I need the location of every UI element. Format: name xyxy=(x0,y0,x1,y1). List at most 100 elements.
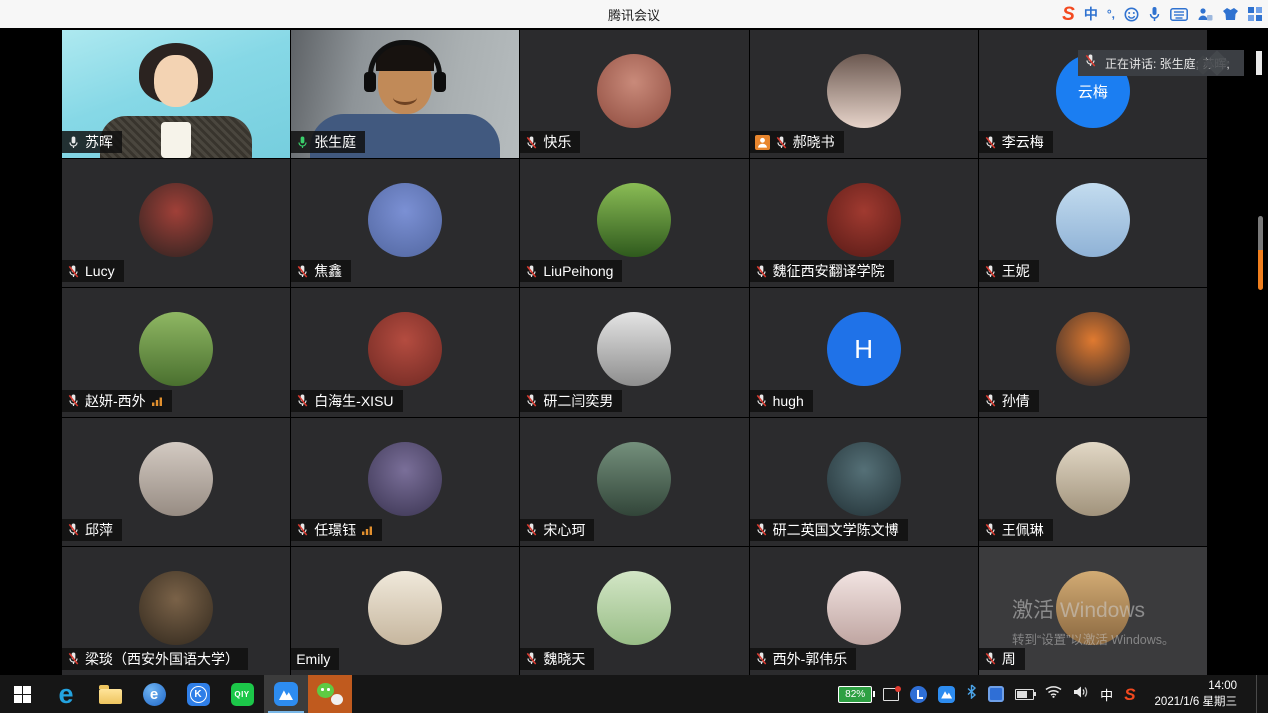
participant-name: 焦鑫 xyxy=(314,263,342,279)
avatar xyxy=(827,183,901,257)
participant-tile[interactable]: H hugh xyxy=(750,288,978,416)
graphics-tray-icon[interactable] xyxy=(988,686,1004,702)
avatar xyxy=(1056,313,1130,387)
participant-tile[interactable]: 王妮 xyxy=(979,159,1207,287)
clock-time: 14:00 xyxy=(1208,678,1237,694)
participant-name: Lucy xyxy=(85,263,115,279)
participant-name-label: 任璟钰 xyxy=(291,519,382,541)
avatar xyxy=(827,571,901,645)
battery-icon[interactable] xyxy=(1015,689,1034,700)
muted-mic-icon xyxy=(525,135,538,150)
participant-name: 苏晖 xyxy=(85,134,113,150)
participant-name-label: 西外-郭伟乐 xyxy=(750,648,857,670)
volume-icon[interactable] xyxy=(1073,685,1089,704)
skin-center-icon[interactable] xyxy=(1222,7,1239,21)
scrollbar-thumb[interactable] xyxy=(1258,216,1263,250)
muted-mic-icon xyxy=(67,393,80,408)
participant-tile[interactable]: 邱萍 xyxy=(62,418,290,546)
bluetooth-icon[interactable] xyxy=(966,684,977,704)
participant-tile[interactable]: 快乐 xyxy=(520,30,748,158)
avatar xyxy=(1056,183,1130,257)
participant-name-label: hugh xyxy=(750,390,813,412)
participant-tile[interactable]: 研二英国文学陈文博 xyxy=(750,418,978,546)
window-titlebar[interactable]: 腾讯会议 S 中 °, xyxy=(0,0,1268,29)
taskbar-k-app-button[interactable]: K xyxy=(176,675,220,713)
participant-tile[interactable]: 焦鑫 xyxy=(291,159,519,287)
taskbar-tencent-meeting-button[interactable] xyxy=(264,675,308,713)
participant-tile[interactable]: Lucy xyxy=(62,159,290,287)
participant-name: 研二英国文学陈文博 xyxy=(773,522,899,538)
network-quality-icon xyxy=(361,524,373,536)
participant-tile[interactable]: 研二闫奕男 xyxy=(520,288,748,416)
sogou-tray-icon[interactable]: S xyxy=(1124,686,1135,703)
participant-tile[interactable]: 白海生-XISU xyxy=(291,288,519,416)
avatar xyxy=(368,313,442,387)
participant-tile[interactable]: 郝晓书 xyxy=(750,30,978,158)
participant-tile[interactable]: 任璟钰 xyxy=(291,418,519,546)
start-button[interactable] xyxy=(0,675,44,713)
punctuation-mode-icon[interactable]: °, xyxy=(1107,8,1115,20)
participant-tile[interactable]: 苏晖 xyxy=(62,30,290,158)
taskbar: e e K QIY 82% 中 xyxy=(0,675,1268,713)
chinese-mode-icon[interactable]: 中 xyxy=(1084,7,1098,21)
window-edge-highlight xyxy=(1256,51,1262,75)
participant-name-label: 王妮 xyxy=(979,260,1039,282)
participant-tile[interactable]: 张生庭 xyxy=(291,30,519,158)
participant-tile[interactable]: 梁琰（西安外国语大学） xyxy=(62,547,290,675)
clipboard-tool-icon[interactable] xyxy=(1197,7,1213,22)
battery-percent-indicator[interactable]: 82% xyxy=(838,686,872,703)
participant-name-label: 李云梅 xyxy=(979,131,1053,153)
muted-mic-icon xyxy=(755,651,768,666)
taskbar-browser-button[interactable]: e xyxy=(132,675,176,713)
participant-name-label: 白海生-XISU xyxy=(291,390,402,412)
participant-tile[interactable]: 孙倩 xyxy=(979,288,1207,416)
participant-name-label: 苏晖 xyxy=(62,131,122,153)
sogou-ime-bar[interactable]: S 中 °, xyxy=(1062,0,1262,28)
scrollbar-thumb-active[interactable] xyxy=(1258,250,1263,290)
show-desktop-button[interactable] xyxy=(1256,675,1262,713)
participant-tile[interactable]: LiuPeihong xyxy=(520,159,748,287)
voice-input-icon[interactable] xyxy=(1148,6,1161,22)
blue-clock-tray-icon[interactable] xyxy=(910,686,927,703)
participant-name-label: LiuPeihong xyxy=(520,260,622,282)
participant-name-label: 邱萍 xyxy=(62,519,122,541)
participant-name-label: Lucy xyxy=(62,260,124,282)
taskbar-wechat-button[interactable] xyxy=(308,675,352,713)
participant-name: LiuPeihong xyxy=(543,263,613,279)
participant-tile[interactable]: 宋心珂 xyxy=(520,418,748,546)
soft-keyboard-icon[interactable] xyxy=(1170,8,1188,21)
taskbar-iqiyi-button[interactable]: QIY xyxy=(220,675,264,713)
participant-tile[interactable]: 西外-郭伟乐 xyxy=(750,547,978,675)
participant-tile[interactable]: Emily xyxy=(291,547,519,675)
avatar xyxy=(1056,442,1130,516)
taskbar-file-explorer-button[interactable] xyxy=(88,675,132,713)
wifi-icon[interactable] xyxy=(1045,685,1062,703)
speaking-indicator: 正在讲话: 张生庭; 苏晖; xyxy=(1078,50,1244,76)
tencent-meeting-icon xyxy=(274,682,298,706)
muted-mic-icon xyxy=(525,264,538,279)
participant-tile[interactable]: 赵妍-西外 xyxy=(62,288,290,416)
muted-mic-icon xyxy=(67,651,80,666)
sogou-logo-icon[interactable]: S xyxy=(1062,5,1075,24)
muted-mic-icon xyxy=(525,393,538,408)
tencent-meeting-tray-icon[interactable] xyxy=(938,686,955,703)
avatar xyxy=(597,571,671,645)
muted-mic-icon xyxy=(67,264,80,279)
avatar xyxy=(139,442,213,516)
mic-icon xyxy=(296,135,309,150)
emoji-picker-icon[interactable] xyxy=(1124,7,1139,22)
muted-mic-icon xyxy=(755,522,768,537)
toolbox-grid-icon[interactable] xyxy=(1248,7,1262,21)
edge-icon: e xyxy=(58,681,73,708)
participant-name-label: 魏征西安翻译学院 xyxy=(750,260,894,282)
participant-tile[interactable]: 王佩琳 xyxy=(979,418,1207,546)
grid-scrollbar[interactable] xyxy=(1258,216,1263,290)
taskbar-clock[interactable]: 14:00 2021/1/6 星期三 xyxy=(1147,678,1245,710)
participant-name-label: 周 xyxy=(979,648,1025,670)
input-mode-indicator[interactable]: 中 xyxy=(1100,685,1113,704)
participant-tile[interactable]: 魏征西安翻译学院 xyxy=(750,159,978,287)
taskbar-edge-button[interactable]: e xyxy=(44,675,88,713)
participant-tile[interactable]: 魏晓天 xyxy=(520,547,748,675)
display-notification-icon[interactable] xyxy=(883,688,899,701)
participant-name: 李云梅 xyxy=(1002,134,1044,150)
